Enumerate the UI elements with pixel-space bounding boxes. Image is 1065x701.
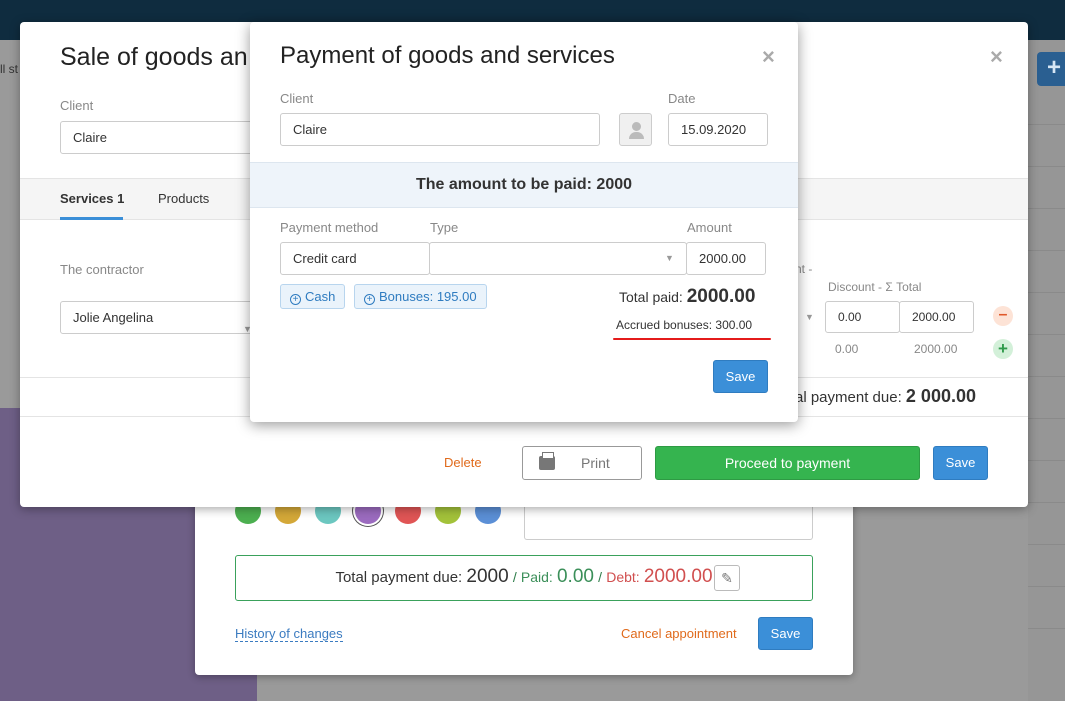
type-select[interactable] [429,242,687,275]
add-bonuses-button[interactable]: + Bonuses: 195.00 [354,284,487,309]
row2-total: 2000.00 [914,342,958,356]
avatar-head [632,122,641,131]
close-icon[interactable]: × [990,44,1003,70]
debt-value: 2000.00 [643,566,713,587]
history-of-changes-link[interactable]: History of changes [235,626,343,642]
cash-label: Cash [305,289,336,304]
cancel-appointment-link[interactable]: Cancel appointment [621,626,737,641]
add-cash-button[interactable]: + Cash [280,284,346,309]
background-partial-text: ll st [0,62,18,76]
bonuses-label: Bonuses: 195.00 [379,289,477,304]
avatar-body [629,132,644,139]
highlight-underline [613,338,771,340]
payment-method-label: Payment method [280,220,379,235]
appointment-save-button[interactable]: Save [758,617,813,650]
amount-input[interactable]: 2000.00 [686,242,766,275]
sale-save-button[interactable]: Save [933,446,988,480]
slash-divider: / [598,569,603,585]
tab-services[interactable]: Services 1 [60,191,124,206]
discount-total-header: Discount - Σ Total [828,280,922,294]
total-paid-label: Total paid: [619,289,683,305]
remove-row-icon[interactable]: – [993,306,1013,326]
client-input[interactable]: Claire [60,121,260,154]
paid-value: 0.00 [556,566,594,587]
amount-to-be-paid: The amount to be paid: 2000 [250,162,798,208]
slash-divider: / [512,569,517,585]
total-due-value: 2 000.00 [905,386,976,406]
proceed-to-payment-button[interactable]: Proceed to payment [655,446,920,480]
date-input[interactable]: 15.09.2020 [668,113,768,146]
appointment-card: Total payment due: 2000 / Paid: 0.00 / D… [195,480,853,675]
add-row-icon[interactable]: + [993,339,1013,359]
plus-circle-icon: + [364,294,375,305]
chevron-down-icon: ▼ [805,312,814,322]
print-button[interactable]: Print [522,446,642,480]
payment-method-field[interactable]: Credit card [280,242,430,275]
contractor-select[interactable]: Jolie Angelina ▼ [60,301,260,334]
contractor-label: The contractor [60,262,144,277]
print-label: Print [581,455,610,471]
appointment-total-box: Total payment due: 2000 / Paid: 0.00 / D… [235,555,813,601]
total-input[interactable]: 2000.00 [899,301,974,333]
pencil-icon[interactable]: ✎ [714,565,740,591]
date-label: Date [668,91,696,106]
user-avatar-icon[interactable] [619,113,652,146]
total-due-label: al payment due: [795,389,902,406]
payment-save-button[interactable]: Save [713,360,768,393]
calendar-grid-edge [1028,40,1065,701]
amount-label: Amount [687,220,732,235]
payment-modal-title: Payment of goods and services [280,42,615,69]
active-tab-indicator [60,217,123,220]
total-due-value: 2000 [466,566,509,587]
client-label: Client [280,91,314,106]
row2-discount: 0.00 [835,342,859,356]
type-label: Type [430,220,459,235]
sale-modal-title: Sale of goods an [60,43,248,71]
client-input[interactable]: Claire [280,113,600,146]
add-plus-button[interactable]: + [1037,52,1065,86]
debt-label: Debt: [606,569,640,585]
client-label: Client [60,98,94,113]
chevron-down-icon: ▼ [665,253,674,263]
delete-link[interactable]: Delete [444,455,482,470]
payment-modal: Payment of goods and services × Client D… [250,22,798,422]
paid-label: Paid: [520,569,553,585]
tab-products[interactable]: Products [158,191,209,206]
total-paid-value: 2000.00 [686,286,756,307]
total-paid: Total paid: 2000.00 [619,286,755,308]
discount-input[interactable]: 0.00 [825,301,900,333]
accrued-bonuses: Accrued bonuses: 300.00 [616,318,753,332]
contractor-value: Jolie Angelina [73,310,154,325]
total-due-label: Total payment due: [335,569,463,586]
plus-circle-icon: + [290,294,301,305]
total-payment-due: al payment due: 2 000.00 [795,386,976,407]
printer-icon [539,452,555,470]
close-icon[interactable]: × [762,44,775,70]
